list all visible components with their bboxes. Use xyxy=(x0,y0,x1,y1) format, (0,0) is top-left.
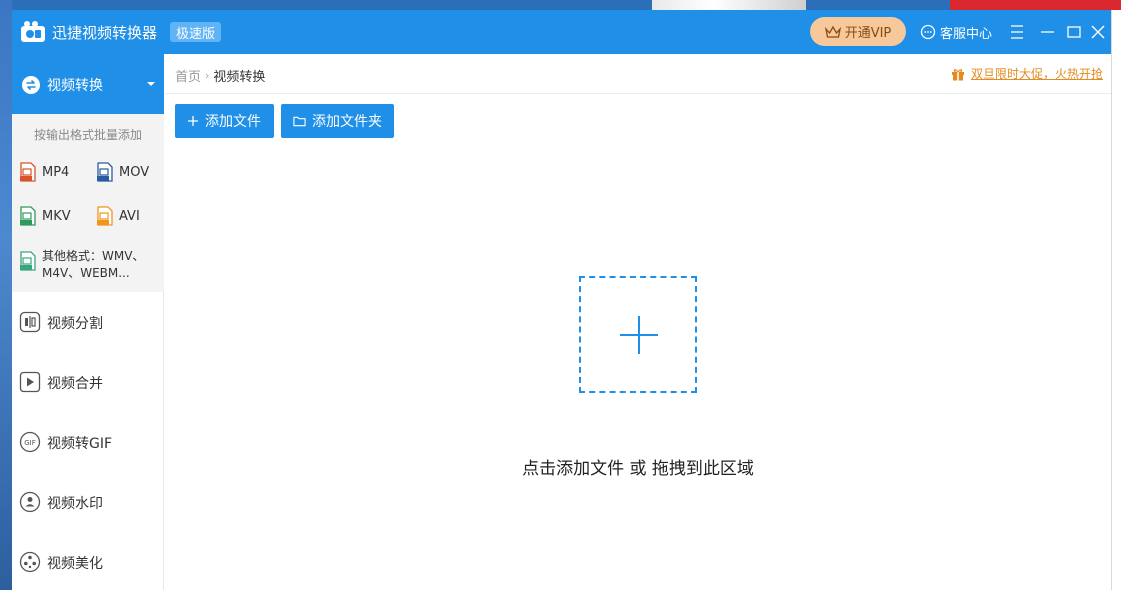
sidebar-item-beautify[interactable]: 视频美化 xyxy=(12,532,164,590)
menu-icon[interactable] xyxy=(1008,21,1028,43)
support-label: 客服中心 xyxy=(940,26,993,42)
add-folder-button[interactable]: 添加文件夹 xyxy=(281,104,394,138)
format-other-line2: M4V、WEBM... xyxy=(42,266,130,280)
format-mp4[interactable]: MP4 xyxy=(19,162,69,182)
mkv-file-icon xyxy=(20,206,36,226)
format-label: MP4 xyxy=(42,164,70,180)
promo-link[interactable]: 双旦限时大促，火热开抢 xyxy=(951,65,1103,82)
app-logo-icon xyxy=(21,21,45,42)
sidebar-item-label: 视频美化 xyxy=(47,556,103,572)
format-other-line1: 其他格式：WMV、 xyxy=(42,249,145,263)
breadcrumb-separator-icon: › xyxy=(205,69,210,82)
sidebar-item-label: 视频转换 xyxy=(47,78,103,94)
mp4-file-icon xyxy=(20,162,36,182)
desktop-background-right xyxy=(1111,10,1121,590)
format-panel: 按输出格式批量添加 MP4 MOV MKV AVI 其他格式：WMV、 M4V、… xyxy=(12,114,164,292)
format-label: MOV xyxy=(119,164,150,180)
avi-file-icon xyxy=(97,206,113,226)
gif-icon: GIF xyxy=(19,431,41,453)
support-button[interactable]: 客服中心 xyxy=(920,21,992,43)
edition-badge: 极速版 xyxy=(170,22,222,42)
chat-icon xyxy=(920,24,936,40)
breadcrumb-home[interactable]: 首页 xyxy=(175,66,201,85)
sidebar-item-label: 视频分割 xyxy=(47,316,103,332)
format-avi[interactable]: AVI xyxy=(96,206,140,226)
plus-icon xyxy=(620,316,658,354)
app-title: 迅捷视频转换器 xyxy=(52,24,158,42)
app-window: 迅捷视频转换器 极速版 开通VIP 客服中心 视频转换 按输出格式批量添加 MP… xyxy=(12,10,1111,590)
sidebar-item-label: 视频水印 xyxy=(47,496,103,512)
maximize-icon[interactable] xyxy=(1064,21,1084,43)
svg-text:GIF: GIF xyxy=(24,439,36,447)
crown-icon xyxy=(824,25,841,38)
breadcrumb-bar: 首页 › 视频转换 双旦限时大促，火热开抢 xyxy=(165,54,1111,94)
format-panel-title: 按输出格式批量添加 xyxy=(33,128,142,142)
add-folder-label: 添加文件夹 xyxy=(312,114,382,130)
other-file-icon xyxy=(20,251,36,271)
close-icon[interactable] xyxy=(1088,21,1108,43)
desktop-background-left xyxy=(0,0,12,590)
breadcrumb-current: 视频转换 xyxy=(213,70,266,85)
watermark-icon xyxy=(19,491,41,513)
sidebar-item-split[interactable]: 视频分割 xyxy=(12,292,164,352)
desktop-background-red xyxy=(950,0,1121,10)
drop-hint: 点击添加文件 或 拖拽到此区域 xyxy=(522,459,754,479)
sidebar-item-label: 视频转GIF xyxy=(47,436,113,452)
sidebar-item-merge[interactable]: 视频合并 xyxy=(12,352,164,412)
sidebar-item-gif[interactable]: GIF 视频转GIF xyxy=(12,412,164,472)
format-other[interactable]: 其他格式：WMV、 M4V、WEBM... xyxy=(19,248,144,282)
beautify-icon xyxy=(19,551,41,573)
gift-icon xyxy=(952,68,964,80)
format-mkv[interactable]: MKV xyxy=(19,206,71,226)
convert-icon xyxy=(22,76,40,94)
sidebar: 视频转换 按输出格式批量添加 MP4 MOV MKV AVI 其他格式：WMV、… xyxy=(12,54,164,590)
sidebar-item-label: 视频合并 xyxy=(47,376,103,392)
vip-button[interactable]: 开通VIP xyxy=(810,17,906,46)
breadcrumb: 首页 › 视频转换 xyxy=(175,66,265,85)
mov-file-icon xyxy=(97,162,113,182)
sidebar-item-watermark[interactable]: 视频水印 xyxy=(12,472,164,532)
drop-zone[interactable] xyxy=(579,276,697,393)
add-file-label: 添加文件 xyxy=(205,114,261,130)
plus-icon xyxy=(188,116,198,126)
vip-label: 开通VIP xyxy=(844,26,892,41)
split-icon xyxy=(19,311,41,333)
merge-icon xyxy=(19,371,41,393)
folder-icon xyxy=(293,116,306,127)
promo-label: 双旦限时大促，火热开抢 xyxy=(971,67,1104,81)
format-label: AVI xyxy=(119,208,140,224)
chevron-down-icon xyxy=(147,82,155,86)
sidebar-item-video-convert[interactable]: 视频转换 xyxy=(12,54,164,114)
main-content: 首页 › 视频转换 双旦限时大促，火热开抢 添加文件 添加文件夹 点击添加文件 … xyxy=(165,54,1111,590)
title-bar: 迅捷视频转换器 极速版 开通VIP 客服中心 xyxy=(12,10,1111,54)
minimize-icon[interactable] xyxy=(1038,21,1058,43)
format-mov[interactable]: MOV xyxy=(96,162,149,182)
add-file-button[interactable]: 添加文件 xyxy=(175,104,274,138)
format-label: MKV xyxy=(42,208,71,224)
